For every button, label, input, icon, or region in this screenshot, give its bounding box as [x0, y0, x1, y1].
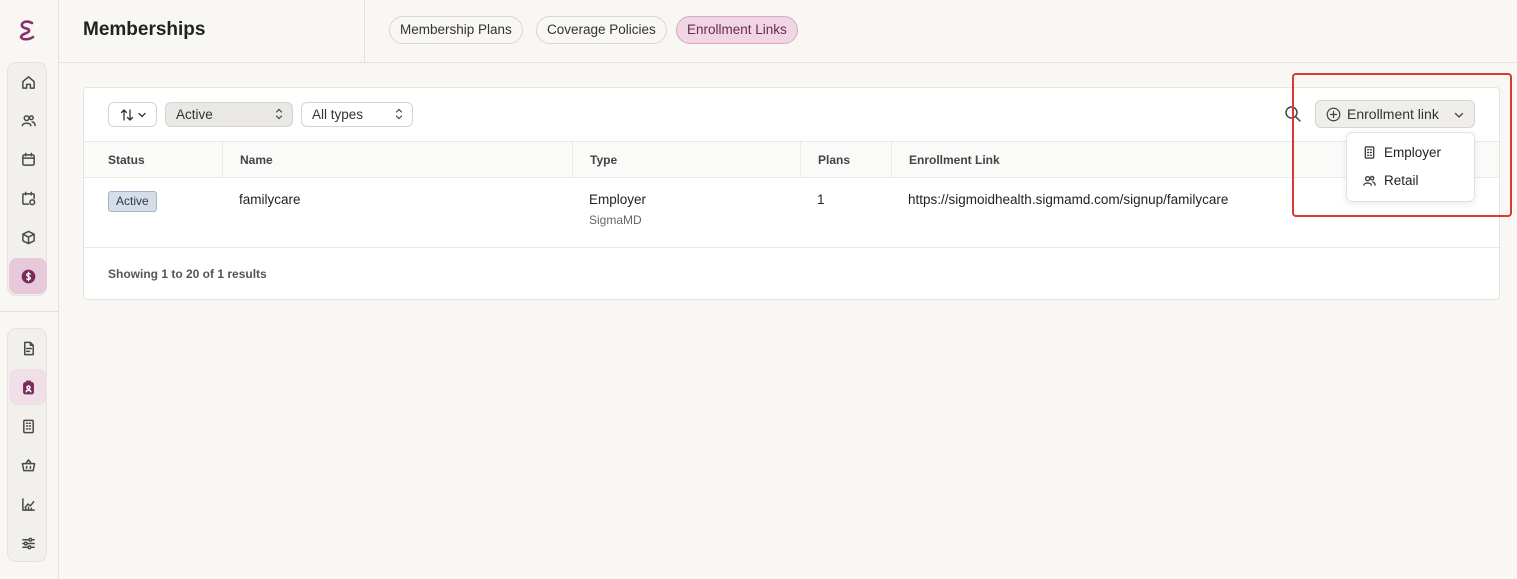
enrollment-links-panel: Active All types Enrollment link Status …: [83, 87, 1500, 300]
type-filter-value: All types: [312, 107, 364, 122]
sidebar-group-main: [7, 62, 47, 296]
sidebar-item-patients[interactable]: [9, 102, 47, 138]
table-toolbar: Active All types Enrollment link: [84, 88, 1499, 141]
sidebar: [0, 0, 59, 579]
row-type-label: Employer: [589, 192, 647, 207]
table-header: Status Name Type Plans Enrollment Link: [84, 141, 1499, 178]
status-filter-value: Active: [176, 107, 213, 122]
sidebar-item-inventory[interactable]: [9, 219, 47, 255]
sliders-icon: [21, 537, 35, 549]
sidebar-item-home[interactable]: [9, 64, 47, 100]
page-title: Memberships: [83, 19, 206, 40]
sort-icon: [120, 108, 133, 121]
add-enrollment-link-label: Enrollment link: [1347, 106, 1439, 122]
row-name: familycare: [239, 192, 301, 207]
home-icon: [21, 75, 35, 89]
header-divider: [364, 0, 365, 62]
column-header-type[interactable]: Type: [572, 142, 800, 178]
sidebar-item-reports[interactable]: [9, 486, 47, 522]
dollar-icon: [21, 269, 35, 283]
status-badge: Active: [108, 191, 157, 212]
tab-membership-plans[interactable]: Membership Plans: [389, 16, 523, 44]
menu-item-retail[interactable]: Retail: [1347, 167, 1474, 195]
calendar-check-icon: [21, 191, 35, 205]
chevron-down-icon: [1454, 112, 1464, 118]
calendar-icon: [21, 152, 35, 166]
column-header-name[interactable]: Name: [222, 142, 572, 178]
basket-icon: [21, 458, 35, 471]
tab-coverage-policies[interactable]: Coverage Policies: [536, 16, 667, 44]
sidebar-item-calendar[interactable]: [9, 141, 47, 177]
sidebar-item-store[interactable]: [9, 447, 47, 483]
users-icon: [1363, 175, 1376, 186]
row-plans: 1: [817, 192, 825, 207]
badge-icon: [22, 380, 34, 394]
enrollment-link-menu: Employer Retail: [1346, 132, 1475, 202]
users-icon: [21, 114, 36, 126]
sidebar-item-invoices[interactable]: [9, 330, 47, 366]
sidebar-item-appointments[interactable]: [9, 180, 47, 216]
select-chevron-icon: [395, 108, 403, 120]
sidebar-item-memberships[interactable]: [9, 258, 47, 294]
plus-circle-icon: [1326, 107, 1341, 122]
sidebar-item-organizations[interactable]: [9, 408, 47, 444]
sidebar-group-secondary: [7, 328, 47, 562]
row-type-organization: SigmaMD: [589, 213, 642, 227]
column-header-status[interactable]: Status: [84, 142, 222, 178]
table-row[interactable]: Active familycare Employer SigmaMD 1 htt…: [84, 178, 1499, 248]
building-icon: [22, 419, 34, 433]
status-filter-select[interactable]: Active: [165, 102, 293, 127]
menu-item-employer[interactable]: Employer: [1347, 139, 1474, 167]
type-filter-select[interactable]: All types: [301, 102, 413, 127]
sidebar-item-badges[interactable]: [9, 369, 47, 405]
menu-item-employer-label: Employer: [1384, 145, 1442, 160]
row-enrollment-link[interactable]: https://sigmoidhealth.sigmamd.com/signup…: [908, 192, 1228, 207]
chevron-down-icon: [137, 112, 146, 117]
building-icon: [1364, 146, 1375, 159]
chart-icon: [21, 497, 35, 511]
box-icon: [21, 230, 35, 244]
row-type: Employer SigmaMD: [589, 192, 646, 227]
select-chevron-icon: [275, 108, 283, 120]
sort-button[interactable]: [108, 102, 157, 127]
tab-enrollment-links[interactable]: Enrollment Links: [676, 16, 798, 44]
menu-item-retail-label: Retail: [1384, 173, 1419, 188]
top-bar: Memberships Membership Plans Coverage Po…: [59, 0, 1517, 63]
pagination-summary: Showing 1 to 20 of 1 results: [108, 267, 267, 281]
column-header-plans[interactable]: Plans: [800, 142, 891, 178]
sidebar-item-settings[interactable]: [9, 525, 47, 561]
logo-icon[interactable]: [17, 18, 37, 42]
document-icon: [23, 341, 34, 355]
sidebar-divider: [0, 311, 58, 312]
add-enrollment-link-button[interactable]: Enrollment link: [1315, 100, 1475, 128]
search-icon[interactable]: [1284, 105, 1302, 123]
